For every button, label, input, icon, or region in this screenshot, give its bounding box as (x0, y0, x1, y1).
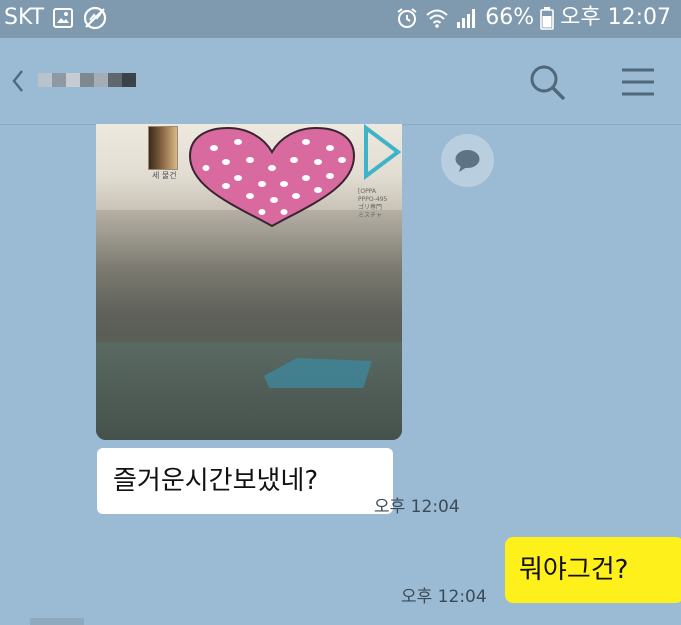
menu-icon[interactable] (620, 66, 656, 98)
status-bar: SKT 66% 오후 12:07 (0, 0, 681, 38)
triangle-graphic (364, 124, 402, 180)
wifi-icon (425, 6, 449, 30)
chat-header (0, 38, 681, 125)
next-message-partial (30, 618, 84, 625)
carrier-label: SKT (4, 5, 45, 30)
search-icon[interactable] (527, 62, 567, 102)
message-bubble-sent[interactable]: 뭐야그건? (505, 537, 681, 603)
image-icon (52, 7, 74, 29)
message-text-sent: 뭐야그건? (519, 555, 629, 585)
status-time: 오후 12:07 (560, 5, 671, 30)
battery-percent: 66% (485, 5, 535, 30)
alarm-icon (395, 6, 419, 30)
comment-button[interactable] (441, 134, 494, 187)
speech-bubble-icon (455, 150, 480, 172)
message-time-received: 오후 12:04 (374, 497, 460, 517)
photo-box-text: [OPPA PPPO-495 ゴリ専門 ミスチャ (358, 188, 388, 219)
photo-tile-caption: 세 물건 (152, 171, 177, 180)
no-sync-icon (82, 5, 108, 31)
photo-message[interactable]: 세 물건 [OPPA PPPO-495 ゴリ専門 ミスチャ (96, 124, 402, 440)
photo-shelf (96, 342, 402, 440)
photo-tile (148, 126, 178, 170)
message-time-sent: 오후 12:04 (401, 587, 487, 607)
status-left: SKT (4, 5, 108, 31)
status-right: 66% 오후 12:07 (395, 5, 671, 31)
contact-name-pixelated[interactable] (38, 60, 148, 100)
heart-sticker-icon (188, 126, 356, 228)
message-bubble-received[interactable]: 즐거운시간보냈네? (97, 448, 393, 514)
signal-icon (455, 6, 479, 30)
chevron-left-icon[interactable] (10, 68, 26, 94)
battery-icon (540, 6, 554, 30)
